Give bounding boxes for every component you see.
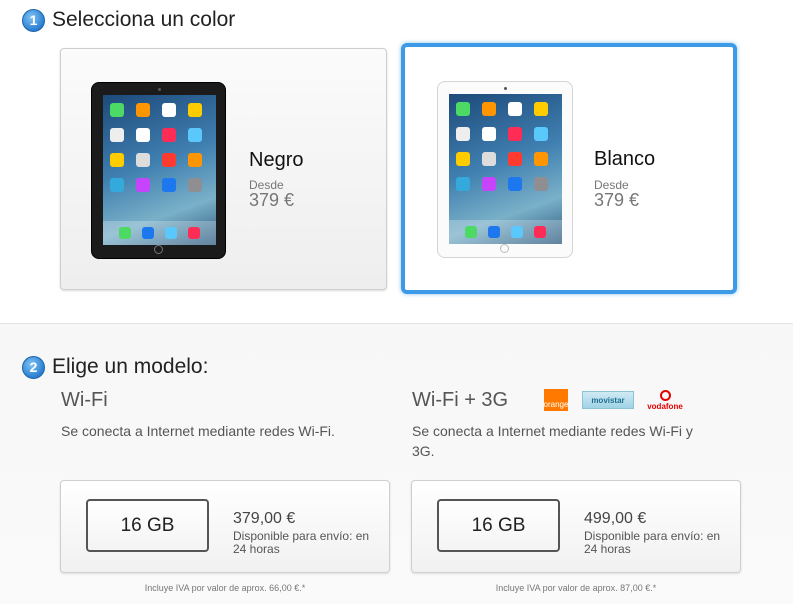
model-title-3g: Wi-Fi + 3G — [412, 389, 509, 411]
model-title-wifi: Wi-Fi — [61, 389, 108, 411]
model-price: 499,00 € — [584, 510, 647, 527]
availability-text: Disponible para envío: en 24 horas — [233, 529, 370, 556]
vodafone-logo-icon: vodafone — [647, 389, 683, 411]
carrier-logos: orange movistar vodafone — [544, 389, 683, 411]
model-option-wifi-16gb[interactable]: 16 GB 379,00 € Disponible para envío: en… — [60, 480, 390, 573]
step-2-number-icon: 2 — [22, 355, 45, 379]
page: { "step1": { "number": "1", "title": "Se… — [0, 0, 793, 604]
color-price: 379 € — [594, 190, 640, 210]
color-option-blanco[interactable]: Blanco Desde 379 € — [401, 43, 737, 294]
model-option-3g-16gb[interactable]: 16 GB 499,00 € Disponible para envío: en… — [411, 480, 741, 573]
step-1-number-icon: 1 — [22, 8, 45, 32]
tax-note-3g: Incluye IVA por valor de aprox. 87,00 €.… — [495, 583, 657, 593]
step-1-title: Selecciona un color — [52, 8, 236, 31]
orange-logo-icon: orange — [544, 389, 568, 411]
model-price: 379,00 € — [233, 510, 296, 527]
tax-note-wifi: Incluye IVA por valor de aprox. 66,00 €.… — [144, 583, 306, 593]
color-price: 379 € — [249, 190, 295, 210]
step-1-heading: 1 Selecciona un color — [22, 8, 235, 32]
color-name: Blanco — [594, 148, 656, 170]
availability-text: Disponible para envío: en 24 horas — [584, 529, 721, 556]
capacity-button[interactable]: 16 GB — [86, 499, 209, 552]
capacity-button[interactable]: 16 GB — [437, 499, 560, 552]
ipad-black-image — [91, 82, 226, 259]
ipad-white-image — [437, 81, 573, 258]
color-name: Negro — [249, 149, 304, 171]
step-2-heading: 2 Elige un modelo: — [22, 355, 208, 379]
movistar-logo-icon: movistar — [582, 391, 634, 409]
model-description-3g: Se conecta a Internet mediante redes Wi-… — [412, 423, 693, 459]
step-2-title: Elige un modelo: — [52, 355, 209, 378]
color-option-negro[interactable]: Negro Desde 379 € — [60, 48, 387, 290]
model-description-wifi: Se conecta a Internet mediante redes Wi-… — [61, 423, 335, 439]
